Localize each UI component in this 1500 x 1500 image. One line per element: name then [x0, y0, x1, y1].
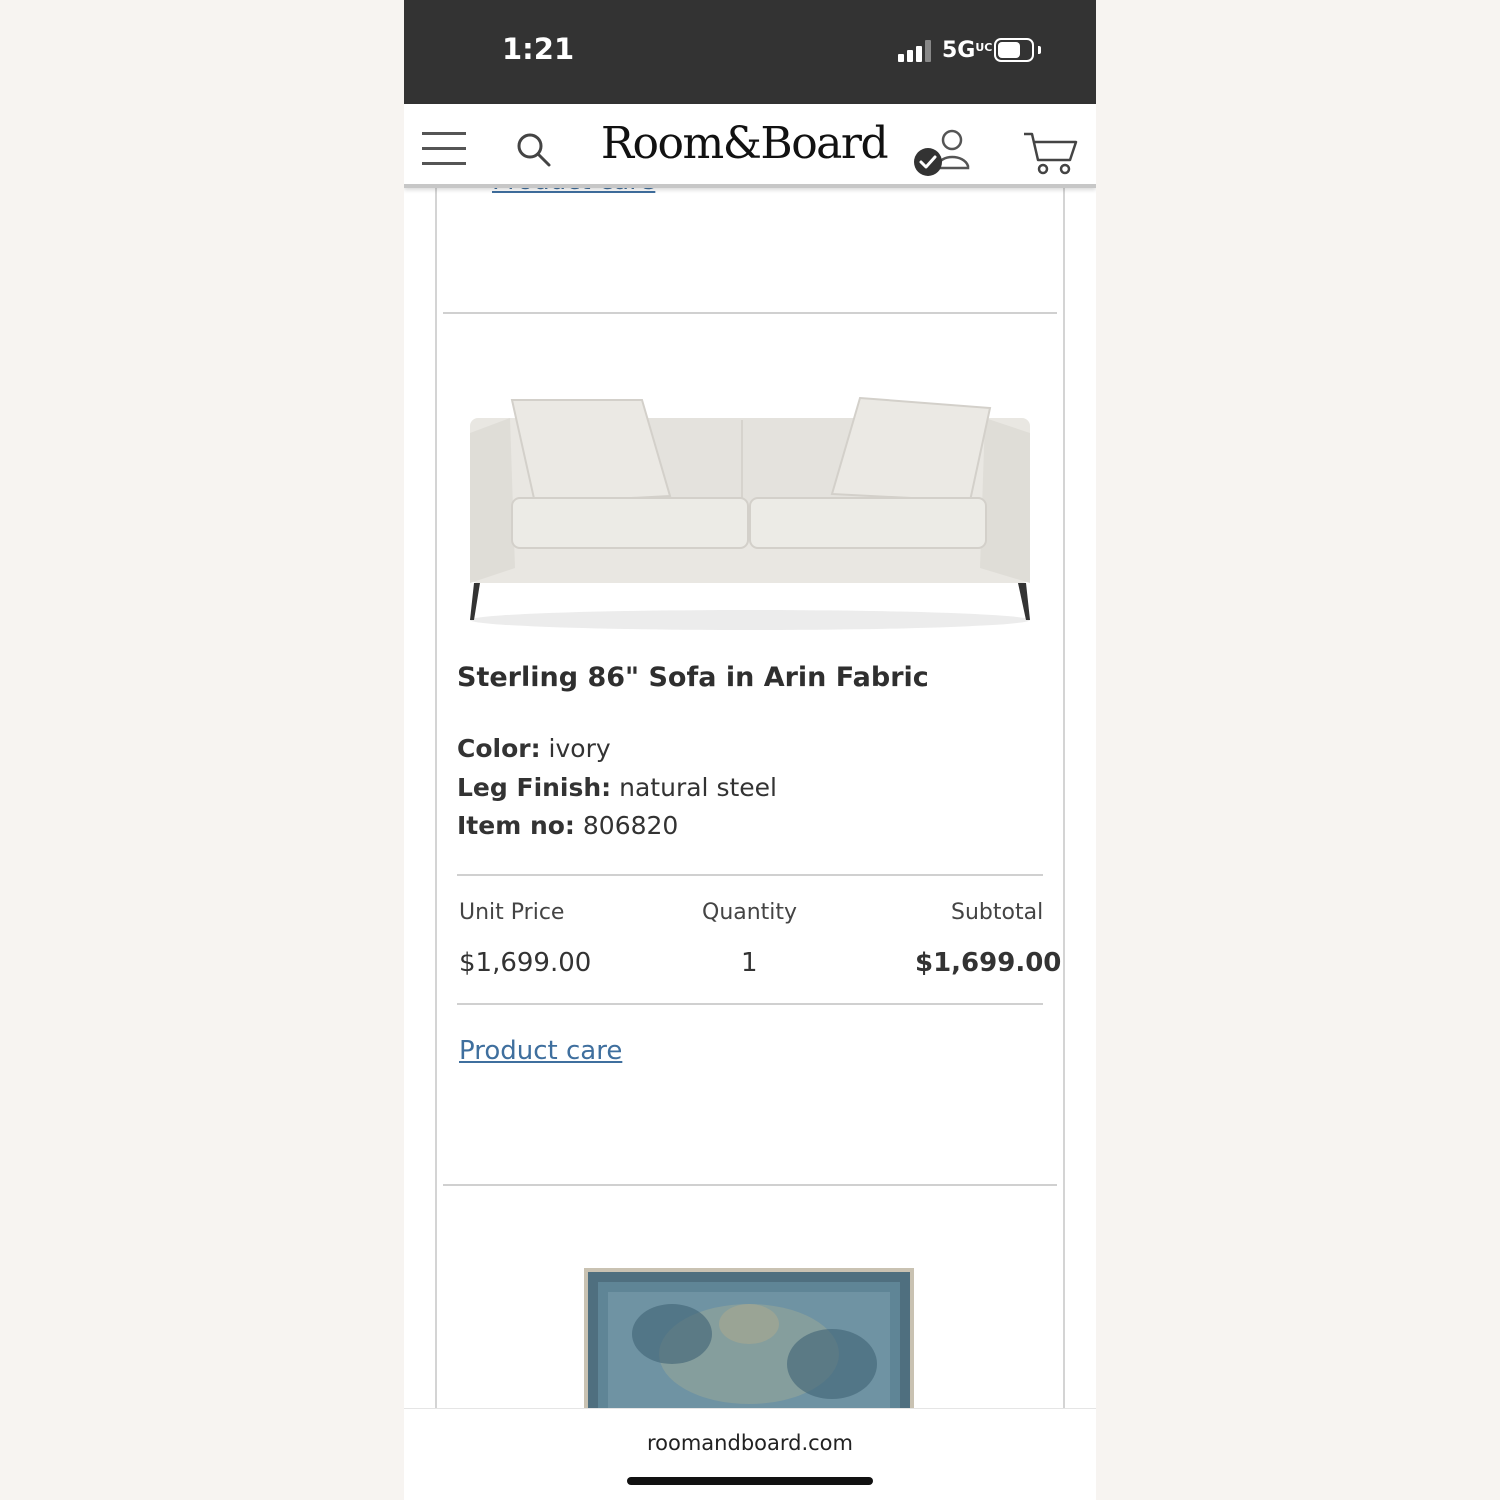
spec-item-value: 806820: [582, 811, 679, 840]
battery-nub: [1038, 46, 1041, 54]
status-bar: 1:21 5GUC: [404, 0, 1096, 104]
browser-bottom-bar: roomandboard.com: [404, 1408, 1096, 1500]
spec-color-label: Color:: [457, 734, 541, 763]
sofa-image[interactable]: [460, 388, 1040, 638]
signal-icon: [898, 40, 934, 62]
status-time: 1:21: [502, 32, 575, 66]
account-icon[interactable]: [912, 126, 974, 180]
rug-image[interactable]: [582, 1264, 916, 1414]
price-table-bottom-rule: [457, 1003, 1043, 1005]
menu-icon[interactable]: [422, 132, 466, 166]
spec-leg-value: natural steel: [619, 773, 777, 802]
unit-price-header: Unit Price: [459, 900, 565, 925]
battery-icon: [994, 38, 1034, 62]
phone-screen: 1:21 5GUC Room&Board Sterling 86" Sofa i…: [404, 0, 1096, 1500]
unit-price-value: $1,699.00: [459, 948, 592, 978]
spec-color: Color: ivory: [457, 734, 611, 763]
cart-icon[interactable]: [1022, 130, 1078, 176]
spec-item-label: Item no:: [457, 811, 575, 840]
subtotal-value: $1,699.00: [915, 948, 1062, 978]
network-label: 5GUC: [942, 38, 993, 63]
item-divider: [443, 312, 1057, 314]
product-care-link[interactable]: Product care: [459, 1036, 622, 1066]
site-logo[interactable]: Room&Board: [594, 118, 894, 169]
spec-color-value: ivory: [548, 734, 611, 763]
home-indicator[interactable]: [627, 1477, 873, 1485]
product-title[interactable]: Sterling 86" Sofa in Arin Fabric: [457, 662, 929, 693]
price-table-top-rule: [457, 874, 1043, 876]
url-label[interactable]: roomandboard.com: [404, 1431, 1096, 1455]
quantity-value: 1: [741, 948, 758, 978]
spec-leg-label: Leg Finish:: [457, 773, 612, 802]
quantity-header: Quantity: [702, 900, 798, 925]
item-divider: [443, 1184, 1057, 1186]
spec-item-no: Item no: 806820: [457, 811, 678, 840]
site-header: Room&Board: [404, 104, 1096, 188]
subtotal-header: Subtotal: [951, 900, 1044, 925]
spec-leg-finish: Leg Finish: natural steel: [457, 773, 777, 802]
search-icon[interactable]: [514, 130, 554, 170]
